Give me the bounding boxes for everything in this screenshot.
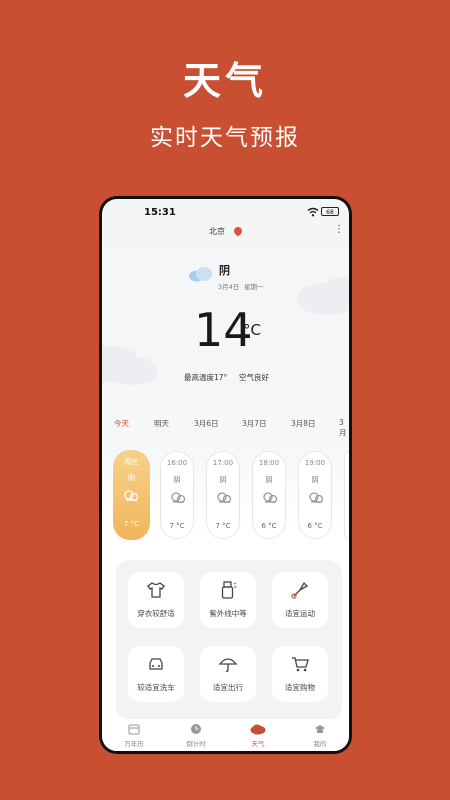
nav-label: 万年历	[124, 740, 144, 748]
tip-label: 穿衣较舒适	[137, 609, 175, 618]
hour-card[interactable]: 17:00 阴 7 °C	[206, 451, 240, 539]
temperature-unit: °C	[243, 321, 261, 339]
hour-card[interactable]: 18:00 阴 6 °C	[252, 451, 286, 539]
nav-profile[interactable]: 我的	[290, 719, 349, 751]
hour-temperature: 6 °C	[307, 522, 323, 530]
hour-condition: 阴	[219, 476, 227, 484]
sunscreen-icon	[221, 581, 237, 599]
tip-label: 适宜购物	[285, 683, 315, 692]
promo-subtitle: 实时天气预报	[150, 125, 300, 151]
tip-carwash[interactable]: 较适宜洗车	[128, 646, 184, 702]
app-screen: 15:31 68 北京 ⋮ 阴 3月4日 星期一 14 °C 最高温度17° 空…	[102, 199, 349, 751]
nav-label: 我的	[313, 740, 327, 748]
tab-day-3[interactable]: 3月6日	[194, 418, 219, 429]
clock-icon	[191, 724, 201, 734]
hour-time: 18:00	[258, 459, 280, 467]
tab-tomorrow[interactable]: 明天	[154, 418, 169, 429]
cloudy-icon	[189, 267, 212, 282]
promo-title: 天气	[182, 59, 267, 103]
cloudy-icon	[217, 492, 232, 504]
tip-shopping[interactable]: 适宜购物	[272, 646, 328, 702]
current-condition: 阴	[219, 264, 230, 277]
tip-label: 较适宜洗车	[137, 683, 175, 692]
cloudy-icon	[263, 492, 278, 504]
calendar-icon	[128, 724, 140, 735]
hour-temperature: 7 °C	[169, 522, 185, 530]
hour-temperature: 7 °C	[215, 522, 231, 530]
hour-time: 19:00	[304, 459, 326, 467]
current-date: 3月4日	[218, 283, 240, 291]
high-temperature: 最高温度17°	[184, 373, 228, 382]
tip-label: 适宜出行	[213, 683, 243, 692]
status-time: 15:31	[144, 207, 176, 218]
tab-day-5[interactable]: 3月8日	[291, 418, 316, 429]
hour-time: 16:00	[166, 459, 188, 467]
nav-countdown[interactable]: 倒计时	[166, 719, 226, 751]
hour-card[interactable]: 19:00 阴 6 °C	[298, 451, 332, 539]
hour-temperature: 7 °C	[123, 520, 140, 528]
nav-calendar[interactable]: 万年历	[104, 719, 164, 751]
hour-card-now[interactable]: 现在 阴 7 °C	[113, 450, 150, 540]
day-tabs: 今天 明天 3月6日 3月7日 3月8日 3月	[102, 418, 349, 437]
badminton-icon	[291, 581, 309, 599]
background-cloud-icon	[297, 277, 349, 315]
hour-temperature: 6 °C	[261, 522, 277, 530]
car-wash-icon	[149, 658, 163, 670]
tab-day-6[interactable]: 3月	[339, 418, 349, 438]
profile-icon	[315, 725, 325, 733]
hour-card-partial[interactable]	[344, 451, 349, 539]
tip-label: 紫外线中等	[209, 609, 247, 618]
bottom-nav: 万年历 倒计时 天气 我的	[102, 719, 349, 751]
hour-condition: 阴	[265, 476, 273, 484]
current-weekday: 星期一	[244, 283, 264, 291]
shopping-cart-icon	[292, 657, 309, 672]
tip-label: 适宜运动	[285, 609, 315, 618]
hour-condition: 阴	[128, 474, 135, 482]
weather-icon	[250, 724, 266, 735]
background-cloud-icon	[102, 346, 158, 385]
nav-label: 天气	[251, 740, 265, 748]
cloudy-icon	[124, 490, 139, 502]
wifi-icon	[307, 207, 319, 217]
shirt-icon	[147, 582, 165, 598]
tab-today[interactable]: 今天	[114, 418, 129, 429]
phone-frame: 15:31 68 北京 ⋮ 阴 3月4日 星期一 14 °C 最高温度17° 空…	[99, 196, 352, 754]
tip-clothing[interactable]: 穿衣较舒适	[128, 572, 184, 628]
hour-condition: 阴	[311, 476, 319, 484]
hour-time: 现在	[124, 458, 139, 466]
tab-day-4[interactable]: 3月7日	[242, 418, 267, 429]
nav-weather[interactable]: 天气	[228, 719, 288, 751]
tip-uv[interactable]: 紫外线中等	[200, 572, 256, 628]
more-menu-icon[interactable]: ⋮	[334, 224, 344, 235]
hour-condition: 阴	[173, 476, 181, 484]
hour-time: 17:00	[212, 459, 234, 467]
tip-travel[interactable]: 适宜出行	[200, 646, 256, 702]
air-quality: 空气良好	[239, 373, 269, 382]
hour-card[interactable]: 16:00 阴 7 °C	[160, 451, 194, 539]
nav-label: 倒计时	[186, 740, 206, 748]
life-index-card: 穿衣较舒适 紫外线中等 适宜运动 较适宜洗车 适宜出行 适宜购物	[116, 560, 342, 720]
tip-sport[interactable]: 适宜运动	[272, 572, 328, 628]
umbrella-icon	[218, 658, 238, 672]
battery-icon: 68	[321, 207, 339, 216]
cloudy-icon	[171, 492, 186, 504]
city-name[interactable]: 北京	[209, 226, 225, 237]
location-pin-icon[interactable]	[232, 225, 244, 237]
cloudy-icon	[309, 492, 324, 504]
